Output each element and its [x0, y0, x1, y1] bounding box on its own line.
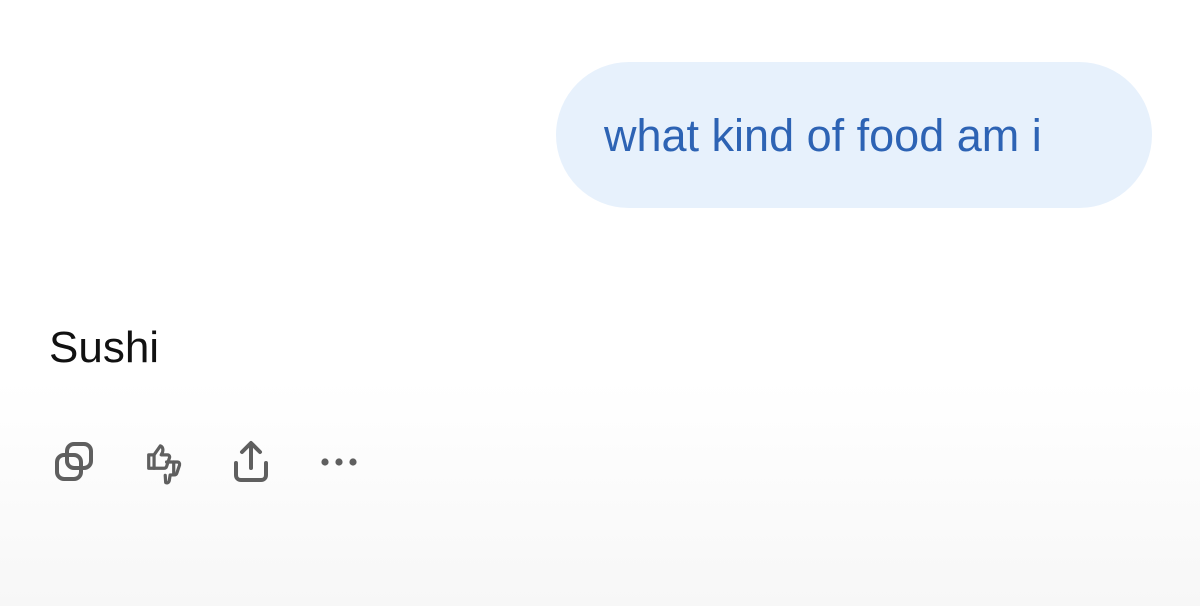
more-horizontal-icon	[321, 458, 357, 466]
message-actions-bar	[50, 437, 364, 487]
copy-icon	[55, 442, 93, 481]
thumbs-up-down-icon	[147, 444, 182, 485]
chat-thread: what kind of food am i Sushi	[0, 0, 1200, 606]
assistant-message-text: Sushi	[49, 323, 160, 372]
share-button[interactable]	[226, 437, 276, 487]
share-icon	[234, 441, 268, 482]
user-message-bubble: what kind of food am i	[556, 62, 1152, 208]
copy-button[interactable]	[50, 437, 100, 487]
feedback-button[interactable]	[138, 437, 188, 487]
more-button[interactable]	[314, 437, 364, 487]
user-message-text: what kind of food am i	[604, 109, 1042, 161]
